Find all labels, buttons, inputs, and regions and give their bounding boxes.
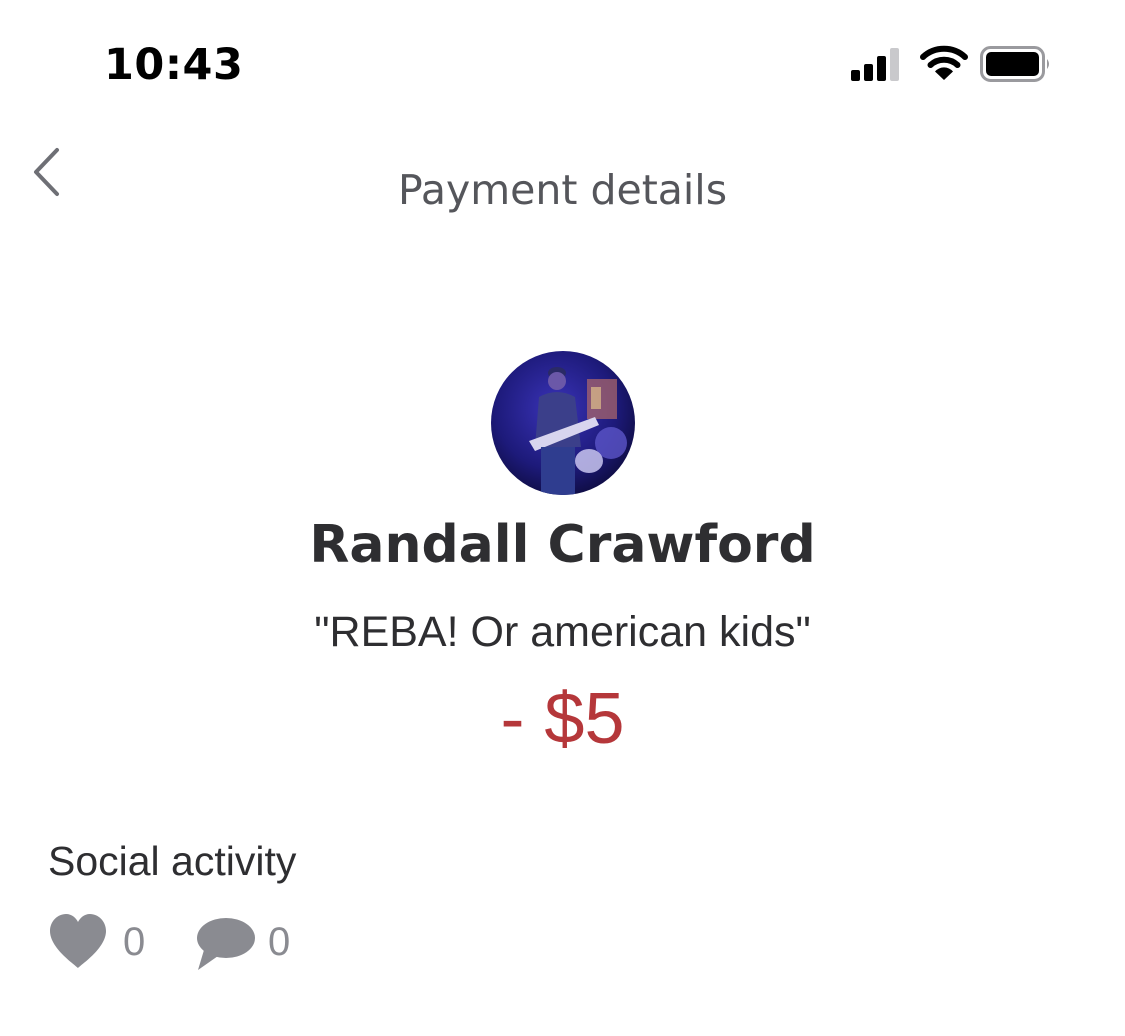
payment-amount: - $5: [500, 679, 625, 759]
wifi-icon: [920, 45, 968, 80]
status-time: 10:43: [104, 40, 244, 90]
comment-button[interactable]: 0: [194, 912, 304, 972]
comment-count: 0: [268, 920, 291, 964]
payment-note: "REBA! Or american kids": [314, 608, 811, 656]
social-activity-row: 0 0: [48, 912, 448, 972]
status-bar: 10:43: [0, 0, 1125, 120]
battery-icon: [980, 46, 1049, 82]
avatar: [491, 351, 635, 495]
recipient-name: Randall Crawford: [309, 515, 816, 575]
page-title: Payment details: [397, 166, 728, 214]
comment-icon: [197, 918, 255, 970]
heart-icon: [50, 914, 106, 968]
nav-bar: Payment details: [0, 130, 1125, 250]
signal-icon: [851, 48, 899, 81]
like-count: 0: [123, 920, 146, 964]
social-activity-title: Social activity: [48, 838, 297, 884]
like-button[interactable]: 0: [48, 912, 158, 972]
